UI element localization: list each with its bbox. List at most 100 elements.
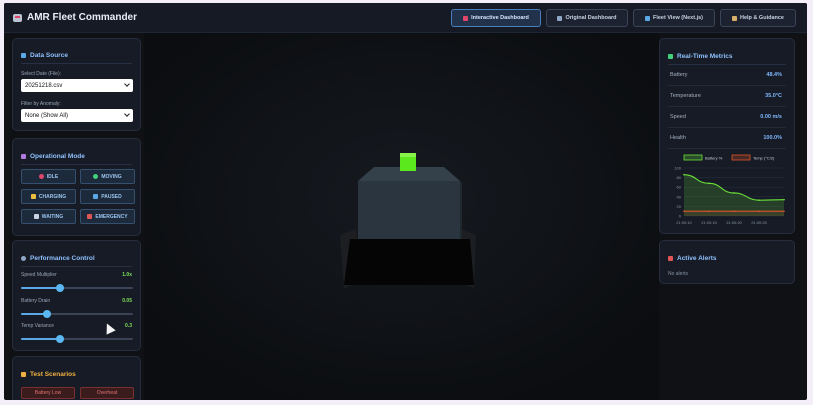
metrics-line-chart: 100 80 60 40 20 021:00:10 21:00:15 21:00:20 21:0… bbox=[674, 154, 785, 225]
metric-battery: Battery 48.4% bbox=[668, 66, 786, 86]
panel-title-text: Active Alerts bbox=[677, 255, 717, 262]
x-tick-label: 21:00:20 bbox=[726, 220, 742, 225]
status-dot-icon bbox=[93, 174, 99, 179]
nav-help-button[interactable]: Help & Guidance bbox=[720, 9, 796, 27]
battery-drain-label: Battery Drain bbox=[21, 298, 51, 304]
slider-fill bbox=[21, 338, 61, 340]
data-point bbox=[733, 210, 735, 212]
folder-icon bbox=[21, 53, 26, 58]
robot-icon bbox=[463, 15, 469, 21]
nav-label: Interactive Dashboard bbox=[471, 15, 529, 21]
legend-label: Temp (°C/2) bbox=[753, 156, 775, 161]
robot-chassis bbox=[344, 239, 474, 285]
battery-drain-value: 0.05 bbox=[122, 298, 132, 304]
legend-swatch bbox=[731, 154, 751, 161]
filter-select-value: None (Show All) bbox=[25, 112, 69, 119]
battery-drain-slider[interactable] bbox=[21, 310, 133, 318]
robot-3d-model bbox=[144, 33, 659, 400]
divider bbox=[668, 64, 786, 65]
y-tick-label: 0 bbox=[679, 214, 682, 219]
app-title: AMR Fleet Commander bbox=[13, 12, 137, 23]
mode-label: PAUSED bbox=[101, 193, 122, 200]
y-tick-label: 40 bbox=[677, 194, 682, 199]
operational-mode-panel: Operational Mode IDLE MOVING CHARGING PA… bbox=[12, 138, 141, 236]
robot-3d-viewport[interactable] bbox=[144, 33, 659, 400]
panel-title-text: Data Source bbox=[30, 52, 68, 59]
real-time-metrics-panel: Real-Time Metrics Battery 48.4% Temperat… bbox=[659, 38, 795, 234]
metric-value: 100.0% bbox=[763, 135, 782, 141]
data-point bbox=[758, 199, 760, 201]
slider-thumb[interactable] bbox=[56, 335, 65, 343]
nav-interactive-dashboard-button[interactable]: Interactive Dashboard bbox=[451, 9, 541, 27]
alerts-title: Active Alerts bbox=[668, 255, 717, 262]
test-scenarios-panel: Test Scenarios Battery Low Overheat bbox=[12, 356, 141, 400]
anomaly-filter-select[interactable]: None (Show All) bbox=[21, 109, 133, 122]
scenario-label: Overheat bbox=[96, 390, 118, 396]
performance-title: Performance Control bbox=[21, 255, 95, 262]
panel-title-text: Operational Mode bbox=[30, 153, 85, 160]
siren-icon bbox=[87, 214, 93, 219]
mode-charging-button[interactable]: CHARGING bbox=[21, 189, 76, 204]
slider-thumb[interactable] bbox=[56, 284, 65, 292]
metric-label: Speed bbox=[670, 114, 686, 120]
temp-variance-value: 0.3 bbox=[125, 323, 132, 329]
speed-multiplier-slider[interactable] bbox=[21, 284, 133, 292]
metric-value: 35.0°C bbox=[765, 93, 782, 99]
slider-thumb[interactable] bbox=[42, 310, 51, 318]
data-source-title: Data Source bbox=[21, 52, 68, 59]
mode-label: IDLE bbox=[46, 173, 59, 180]
data-point bbox=[708, 182, 710, 185]
mode-emergency-button[interactable]: EMERGENCY bbox=[80, 209, 135, 224]
date-label: Select Date (File): bbox=[21, 71, 62, 77]
nav-fleet-view-button[interactable]: Fleet View (Next.js) bbox=[633, 9, 715, 27]
metric-label: Battery bbox=[670, 72, 688, 78]
nav-label: Original Dashboard bbox=[565, 15, 617, 21]
help-icon bbox=[731, 15, 737, 21]
metrics-title: Real-Time Metrics bbox=[668, 53, 733, 60]
slider-fill bbox=[21, 287, 61, 289]
lightning-icon bbox=[30, 194, 36, 199]
robot-body bbox=[358, 181, 460, 239]
battery-low-button[interactable]: Battery Low bbox=[21, 387, 75, 399]
data-point bbox=[783, 198, 785, 201]
filter-label: Filter by Anomaly: bbox=[21, 101, 61, 107]
operational-mode-title: Operational Mode bbox=[21, 153, 85, 160]
mode-label: WAITING bbox=[41, 213, 64, 220]
performance-control-panel: Performance Control Speed Multiplier 1.0… bbox=[12, 240, 141, 351]
mode-label: MOVING bbox=[101, 173, 122, 180]
mode-moving-button[interactable]: MOVING bbox=[80, 169, 135, 184]
divider bbox=[21, 63, 132, 64]
panel-title-text: Test Scenarios bbox=[30, 371, 76, 378]
date-select[interactable]: 20251218.csv bbox=[21, 79, 133, 92]
y-tick-label: 20 bbox=[677, 204, 682, 209]
divider bbox=[21, 266, 132, 267]
siren-icon bbox=[668, 256, 673, 261]
metric-health: Health 100.0% bbox=[668, 129, 786, 149]
chart-icon bbox=[557, 15, 563, 21]
y-tick-label: 100 bbox=[674, 166, 681, 171]
warning-icon bbox=[21, 372, 26, 377]
data-point bbox=[683, 210, 685, 212]
panel-title-text: Performance Control bbox=[30, 255, 95, 262]
hourglass-icon bbox=[33, 214, 39, 219]
temp-variance-slider[interactable] bbox=[21, 335, 133, 343]
mode-label: EMERGENCY bbox=[95, 213, 128, 220]
mode-paused-button[interactable]: PAUSED bbox=[80, 189, 135, 204]
nav-label: Fleet View (Next.js) bbox=[652, 15, 704, 21]
metric-label: Temperature bbox=[670, 93, 701, 99]
status-dot-icon bbox=[38, 174, 44, 179]
active-alerts-panel: Active Alerts No alerts bbox=[659, 240, 795, 284]
chart-icon bbox=[668, 54, 673, 59]
y-tick-label: 60 bbox=[677, 185, 682, 190]
mode-waiting-button[interactable]: WAITING bbox=[21, 209, 76, 224]
legend-label: Battery % bbox=[705, 156, 723, 161]
no-alerts-text: No alerts bbox=[668, 271, 689, 277]
overheat-button[interactable]: Overheat bbox=[80, 387, 134, 399]
nav-original-dashboard-button[interactable]: Original Dashboard bbox=[546, 9, 628, 27]
metric-value: 0.00 m/s bbox=[760, 114, 782, 120]
mode-idle-button[interactable]: IDLE bbox=[21, 169, 76, 184]
speed-multiplier-label: Speed Multiplier bbox=[21, 272, 57, 278]
pause-icon bbox=[93, 194, 99, 199]
test-scenarios-title: Test Scenarios bbox=[21, 371, 76, 378]
metric-label: Health bbox=[670, 135, 686, 141]
